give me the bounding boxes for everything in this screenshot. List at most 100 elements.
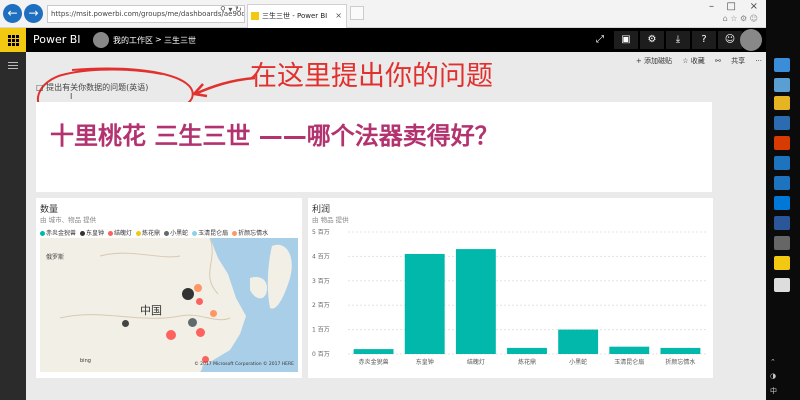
legend-label: 东皇钟 — [86, 230, 105, 237]
qa-input[interactable]: □ 提出有关你数据的问题(英语) — [36, 82, 148, 93]
map-credit: © 2017 Microsoft Corporation © 2017 HERE — [194, 362, 294, 367]
skype-icon[interactable] — [774, 196, 790, 210]
powerpoint-icon[interactable] — [774, 136, 790, 150]
close-window-icon[interactable]: × — [750, 0, 758, 14]
x-tick-label: 赤炎金猊兽 — [359, 358, 389, 366]
word-icon[interactable] — [774, 216, 790, 230]
fullscreen-icon[interactable]: ⤢ — [588, 31, 612, 49]
legend-item[interactable]: 赤炎金猊兽 — [40, 228, 76, 237]
help-icon[interactable]: ? — [692, 31, 716, 49]
legend-item[interactable]: 炼花鼎 — [136, 228, 160, 237]
dashboard-canvas: + 添加磁贴 ☆ 收藏 ⚯ 共享 ··· 在这里提出你的问题 □ 提出有关你数据… — [26, 52, 766, 400]
x-tick-label: 结魄灯 — [467, 358, 485, 366]
home-star-gear-icons[interactable]: ⌂ ☆ ⚙ ☺ — [723, 14, 758, 23]
map-bubble[interactable] — [194, 284, 202, 292]
brand-title[interactable]: Power BI — [33, 33, 81, 46]
legend-dot-icon — [164, 231, 170, 236]
legend-item[interactable]: 折颜忘情水 — [232, 228, 268, 237]
outlook-icon[interactable] — [774, 176, 790, 190]
address-bar[interactable]: https://msit.powerbi.com/groups/me/dashb… — [47, 5, 245, 23]
legend-dot-icon — [80, 231, 86, 236]
outlook-icon[interactable] — [774, 156, 790, 170]
tray-chevron-icon[interactable]: ⌃ — [770, 358, 776, 366]
powerbi-favicon-icon — [251, 12, 259, 20]
breadcrumb-dashboard[interactable]: 三生三世 — [164, 35, 196, 46]
map-shapes — [40, 238, 292, 372]
x-tick-label: 折颜忘情水 — [665, 358, 695, 366]
left-navigation — [0, 52, 26, 400]
taskbar-app-icon[interactable] — [774, 78, 790, 92]
bar[interactable] — [507, 347, 547, 354]
share-button[interactable]: ⚯ 共享 — [715, 57, 745, 65]
x-tick-label: 玉清昆仑扇 — [614, 358, 644, 366]
powerbi-taskbar-icon[interactable] — [774, 256, 790, 270]
bar[interactable] — [609, 346, 650, 354]
legend-item[interactable]: 玉清昆仑扇 — [192, 228, 228, 237]
back-arrow-icon[interactable]: ← — [3, 4, 22, 23]
forward-arrow-icon[interactable]: → — [24, 4, 43, 23]
map-tile-subtitle: 由 城市、物品 提供 — [40, 216, 97, 224]
taskbar-app-icon[interactable] — [774, 58, 790, 72]
map-visual[interactable]: 俄罗斯 中国 bing © 2017 Microsoft Corporation… — [40, 238, 298, 372]
add-tile-button[interactable]: + 添加磁贴 — [636, 57, 672, 65]
folder-icon[interactable] — [774, 96, 790, 110]
legend-label: 炼花鼎 — [142, 230, 161, 237]
more-options-icon[interactable]: ··· — [755, 57, 762, 65]
legend-dot-icon — [40, 231, 45, 236]
settings-gear-icon[interactable]: ⚙ — [640, 31, 664, 49]
map-label-russia: 俄罗斯 — [46, 254, 65, 261]
bar-chart-tile[interactable]: 利润 由 物品 提供 0 百万 1 百万 2 百万 3 百万 4 百万 5 百万 赤炎金猊兽… — [308, 198, 713, 378]
x-tick-label: 炼花鼎 — [518, 358, 536, 366]
taskbar-app-icon[interactable] — [774, 116, 790, 130]
y-tick-label: 5 百万 — [312, 229, 330, 236]
title-tile[interactable]: 十里桃花 三生三世 ——哪个法器卖得好？ — [36, 102, 712, 192]
windows-taskbar: ⌃ ◑ 中 — [766, 0, 800, 400]
map-bubble[interactable] — [210, 310, 217, 317]
feedback-smile-icon[interactable]: ☺ — [718, 31, 742, 49]
maximize-icon[interactable]: □ — [727, 0, 736, 14]
network-icon[interactable]: ◑ — [770, 372, 776, 380]
breadcrumb-workspace[interactable]: 我的工作区 — [113, 35, 153, 46]
legend-item[interactable]: 东皇钟 — [80, 228, 104, 237]
bar[interactable] — [660, 347, 701, 354]
map-bubble[interactable] — [188, 318, 197, 327]
minimize-icon[interactable]: – — [709, 0, 714, 14]
search-icon[interactable]: ⚲ ▾ ↻ — [220, 5, 242, 14]
legend-item[interactable]: 结魄灯 — [108, 228, 132, 237]
hamburger-menu-icon[interactable] — [8, 62, 18, 71]
y-tick-label: 4 百万 — [312, 253, 330, 260]
workspace-avatar — [93, 32, 109, 48]
powerbi-header: Power BI 我的工作区 > 三生三世 ⤢ ▣ ⚙ ⤓ ? ☺ — [0, 28, 766, 52]
browser-tab[interactable]: 三生三世 - Power BI × — [247, 4, 347, 28]
bar[interactable] — [404, 253, 445, 354]
map-bubble[interactable] — [182, 288, 194, 300]
bing-logo: bing — [80, 358, 91, 364]
y-tick-label: 0 百万 — [312, 351, 330, 358]
map-bubble[interactable] — [196, 328, 205, 337]
legend-item[interactable]: 小黑蛇 — [164, 228, 188, 237]
bar[interactable] — [353, 349, 394, 354]
user-avatar[interactable] — [740, 29, 762, 51]
bar[interactable] — [455, 249, 496, 354]
video-icon[interactable] — [774, 236, 790, 250]
keyboard-icon[interactable] — [774, 278, 790, 292]
map-bubble[interactable] — [122, 320, 129, 327]
new-tab-button[interactable] — [350, 6, 364, 20]
breadcrumb-separator: > — [155, 35, 162, 44]
comment-icon[interactable]: ▣ — [614, 31, 638, 49]
y-tick-label: 3 百万 — [312, 278, 330, 285]
y-tick-label: 1 百万 — [312, 327, 330, 334]
favorite-button[interactable]: ☆ 收藏 — [682, 57, 705, 65]
close-tab-icon[interactable]: × — [335, 5, 342, 27]
app-launcher-icon[interactable] — [0, 28, 26, 52]
map-bubble[interactable] — [196, 298, 203, 305]
download-icon[interactable]: ⤓ — [666, 31, 690, 49]
legend-dot-icon — [192, 231, 198, 236]
map-tile[interactable]: 数量 由 城市、物品 提供 赤炎金猊兽 东皇钟 结魄灯 炼花鼎 小黑蛇 玉清昆仑扇 折颜忘情… — [36, 198, 302, 378]
ime-icon[interactable]: 中 — [770, 386, 777, 396]
bar[interactable] — [558, 329, 599, 354]
map-bubble[interactable] — [166, 330, 176, 340]
share-label: 共享 — [731, 57, 746, 65]
legend-label: 赤炎金猊兽 — [46, 230, 77, 237]
x-tick-label: 东皇钟 — [416, 358, 434, 366]
